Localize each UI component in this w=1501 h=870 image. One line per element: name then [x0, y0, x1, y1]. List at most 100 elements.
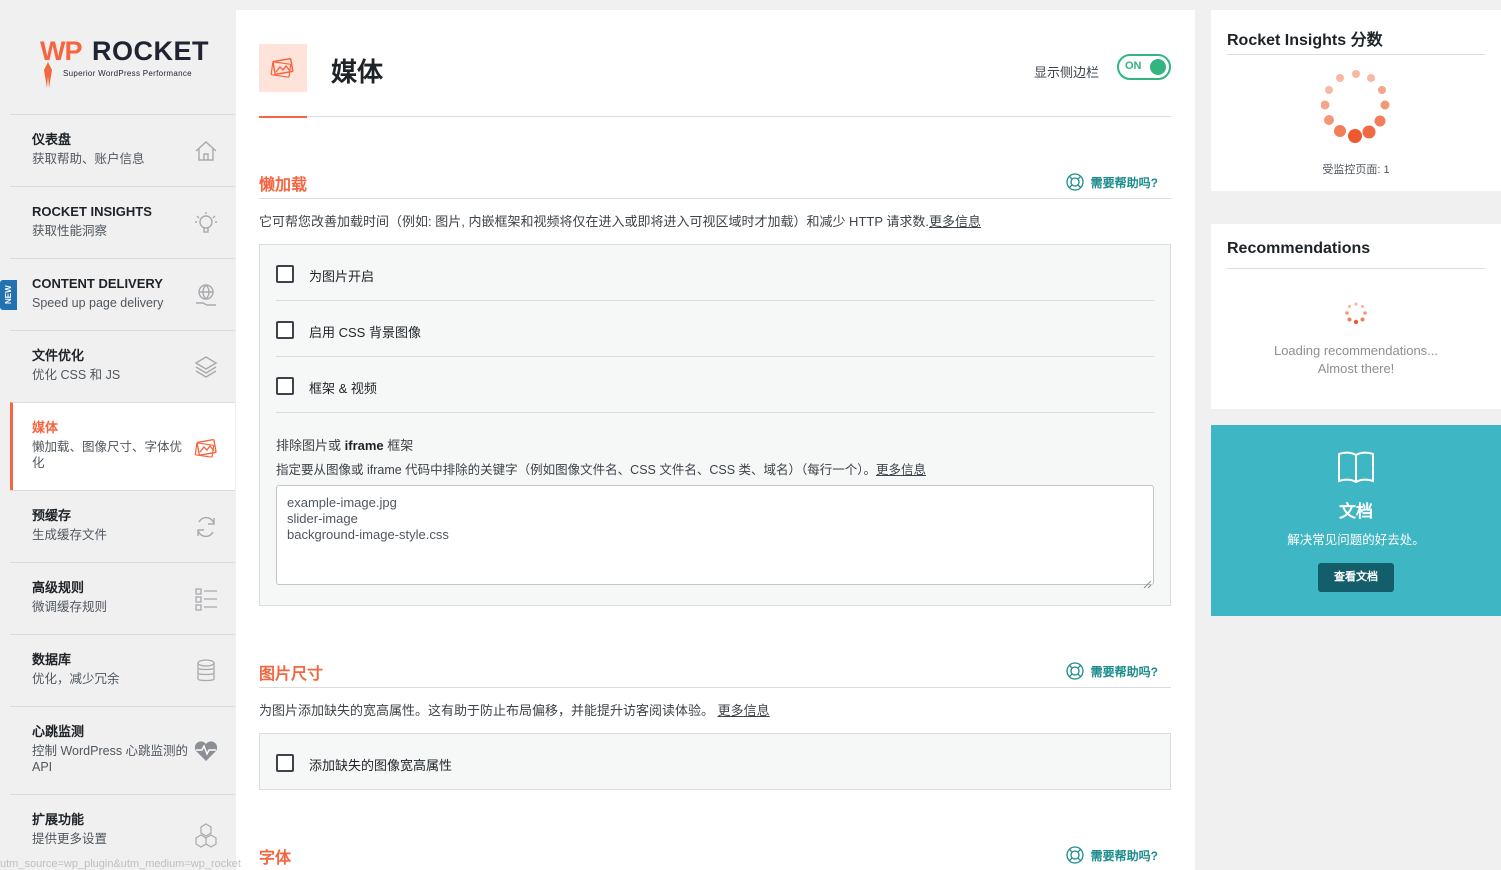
- sidebar-item-advanced-rules[interactable]: 高级规则 微调缓存规则: [10, 562, 235, 634]
- lifebuoy-icon: [1066, 173, 1084, 191]
- heartbeat-icon: [194, 740, 218, 761]
- loading-line-2: Almost there!: [1317, 361, 1395, 376]
- exclude-images-desc: 指定要从图像或 iframe 代码中排除的关键字（例如图像文件名、CSS 文件名…: [276, 459, 926, 478]
- sidebar-item-desc: 提供更多设置: [32, 832, 108, 846]
- help-label: 需要帮助吗?: [1090, 664, 1158, 679]
- lazyload-iframes-checkbox[interactable]: [276, 377, 294, 395]
- lazyload-desc-text: 它可帮您改善加载时间（例如: 图片, 内嵌框架和视频将仅在进入或即将进入可视区域…: [259, 214, 929, 229]
- option-label: 框架 & 视频: [309, 381, 377, 396]
- sidebar-item-database[interactable]: 数据库 优化，减少冗余: [10, 634, 235, 706]
- sidebar-item-title: 扩展功能: [32, 812, 85, 827]
- book-icon: [1338, 451, 1374, 484]
- loading-spinner-icon: [1345, 302, 1367, 324]
- media-header-icon: [259, 44, 307, 92]
- sidebar-item-dashboard[interactable]: 仪表盘 获取帮助、账户信息: [10, 114, 235, 186]
- sidebar-item-heartbeat[interactable]: 心跳监测 控制 WordPress 心跳监测的 API: [10, 706, 235, 794]
- lazyload-title: 懒加载: [259, 177, 308, 194]
- sidebar-nav: WP ROCKET Superior WordPress Performance…: [0, 10, 235, 870]
- image-dimensions-options-panel: 添加缺失的图像宽高属性: [259, 733, 1171, 790]
- exclude-title-prefix: 排除图片或: [276, 438, 345, 453]
- list-icon: [195, 587, 217, 611]
- layers-icon: [194, 355, 218, 378]
- sidebar-item-title: 数据库: [32, 652, 72, 667]
- sidebar-item-desc: 懒加载、图像尺寸、字体优化: [32, 440, 183, 470]
- resize-handle-icon[interactable]: [1143, 580, 1152, 589]
- lazyload-images-option[interactable]: 为图片开启: [276, 245, 1154, 301]
- sidebar-item-title: CONTENT DELIVERY: [32, 276, 163, 291]
- sidebar-item-desc: 优化 CSS 和 JS: [32, 368, 121, 382]
- database-icon: [197, 658, 215, 681]
- help-label: 需要帮助吗?: [1090, 848, 1158, 863]
- sidebar-item-desc: 获取性能洞察: [32, 224, 108, 238]
- rocket-flame-icon: [44, 62, 52, 88]
- logo-tagline: Superior WordPress Performance: [63, 69, 192, 78]
- main-content: 媒体 显示侧边栏 ON 懒加载 需要帮助吗? 它可帮您改善加载时间（例如: 图片…: [236, 10, 1195, 870]
- sidebar-item-title: ROCKET INSIGHTS: [32, 204, 152, 219]
- lightbulb-icon: [195, 211, 217, 233]
- lazyload-description: 它可帮您改善加载时间（例如: 图片, 内嵌框架和视频将仅在进入或即将进入可视区域…: [259, 211, 981, 230]
- help-label: 需要帮助吗?: [1090, 175, 1158, 190]
- lazyload-more-info-link[interactable]: 更多信息: [929, 214, 981, 229]
- sidebar-item-preload[interactable]: 预缓存 生成缓存文件: [10, 490, 235, 562]
- option-label: 启用 CSS 背景图像: [309, 325, 421, 340]
- lazyload-help-link[interactable]: 需要帮助吗?: [1066, 173, 1158, 191]
- toggle-knob: [1150, 59, 1166, 75]
- lazyload-iframes-option[interactable]: 框架 & 视频: [276, 357, 1154, 413]
- sidebar-item-desc: 优化，减少冗余: [32, 672, 120, 686]
- exclude-keywords-textarea[interactable]: example-image.jpg slider-image backgroun…: [276, 485, 1154, 585]
- option-label: 为图片开启: [309, 269, 375, 284]
- card-divider: [1227, 54, 1485, 55]
- sidebar-item-desc: Speed up page delivery: [32, 296, 164, 310]
- image-dimensions-option[interactable]: 添加缺失的图像宽高属性: [276, 734, 1154, 790]
- sidebar-item-desc: 获取帮助、账户信息: [32, 152, 145, 166]
- sidebar-toggle-label: 显示侧边栏: [1033, 65, 1099, 80]
- view-docs-button[interactable]: 查看文档: [1318, 563, 1394, 592]
- rocket-insights-title: Rocket Insights 分数: [1227, 32, 1383, 49]
- cubes-icon: [195, 822, 217, 848]
- image-dimensions-desc-text: 为图片添加缺失的宽高属性。这有助于防止布局偏移，并能提升访客阅读体验。: [259, 703, 715, 718]
- docs-desc: 解决常见问题的好去处。: [1287, 533, 1425, 547]
- sidebar-item-title: 高级规则: [32, 580, 85, 595]
- monitored-pages-count: 受监控页面: 1: [1322, 164, 1390, 176]
- sidebar-item-media[interactable]: 媒体 懒加载、图像尺寸、字体优化: [10, 402, 235, 490]
- recommendations-title: Recommendations: [1227, 240, 1371, 257]
- exclude-desc-text: 指定要从图像或 iframe 代码中排除的关键字（例如图像文件名、CSS 文件名…: [276, 463, 877, 477]
- fonts-title: 字体: [259, 850, 292, 867]
- recommendations-loading-text: Loading recommendations... Almost there!: [1211, 342, 1501, 378]
- toggle-state: ON: [1125, 60, 1142, 72]
- sidebar-item-desc: 控制 WordPress 心跳监测的 API: [32, 744, 189, 774]
- sidebar-item-desc: 生成缓存文件: [32, 528, 108, 542]
- logo-rocket: ROCKET: [92, 36, 209, 66]
- new-badge: NEW: [0, 280, 17, 310]
- sidebar-toggle[interactable]: ON: [1117, 54, 1171, 80]
- page-title: 媒体: [331, 57, 384, 87]
- lazyload-images-checkbox[interactable]: [276, 265, 294, 283]
- refresh-icon: [197, 516, 215, 537]
- exclude-title-suffix: 框架: [383, 438, 414, 453]
- exclude-more-info-link[interactable]: 更多信息: [876, 463, 926, 477]
- image-dimensions-checkbox[interactable]: [276, 754, 294, 772]
- fonts-help-link[interactable]: 需要帮助吗?: [1066, 846, 1158, 864]
- sidebar-item-file-optimization[interactable]: 文件优化 优化 CSS 和 JS: [10, 330, 235, 402]
- wp-rocket-settings-page: WP ROCKET Superior WordPress Performance…: [0, 0, 1501, 870]
- sidebar-item-content-delivery[interactable]: NEW CONTENT DELIVERY Speed up page deliv…: [0, 258, 235, 330]
- lazyload-css-bg-checkbox[interactable]: [276, 321, 294, 339]
- sidebar-item-title: 仪表盘: [32, 132, 72, 147]
- recommendations-card: Recommendations Loading recommendations.…: [1211, 224, 1501, 409]
- image-dimensions-section-header: 图片尺寸 需要帮助吗?: [259, 654, 1171, 688]
- header-icon-underline: [259, 116, 307, 118]
- lazyload-css-bg-option[interactable]: 启用 CSS 背景图像: [276, 301, 1154, 357]
- sidebar-item-title: 媒体: [32, 420, 59, 435]
- image-dimensions-help-link[interactable]: 需要帮助吗?: [1066, 662, 1158, 680]
- exclude-title-bold: iframe: [344, 438, 384, 453]
- globe-hand-icon: [196, 283, 216, 306]
- rocket-insights-card: Rocket Insights 分数 受监控页面: 1: [1211, 10, 1501, 191]
- wp-rocket-logo[interactable]: WP ROCKET Superior WordPress Performance: [10, 10, 235, 114]
- sidebar-item-rocket-insights[interactable]: ROCKET INSIGHTS 获取性能洞察: [10, 186, 235, 258]
- fonts-section-header: 字体 需要帮助吗?: [259, 838, 1171, 870]
- lazyload-options-panel: 为图片开启 启用 CSS 背景图像 框架 & 视频 排除图片或 iframe 框…: [259, 244, 1171, 606]
- lazyload-section-header: 懒加载 需要帮助吗?: [259, 165, 1171, 199]
- exclude-images-title: 排除图片或 iframe 框架: [276, 435, 413, 454]
- loading-line-1: Loading recommendations...: [1273, 343, 1439, 358]
- image-dimensions-more-info-link[interactable]: 更多信息: [718, 703, 770, 718]
